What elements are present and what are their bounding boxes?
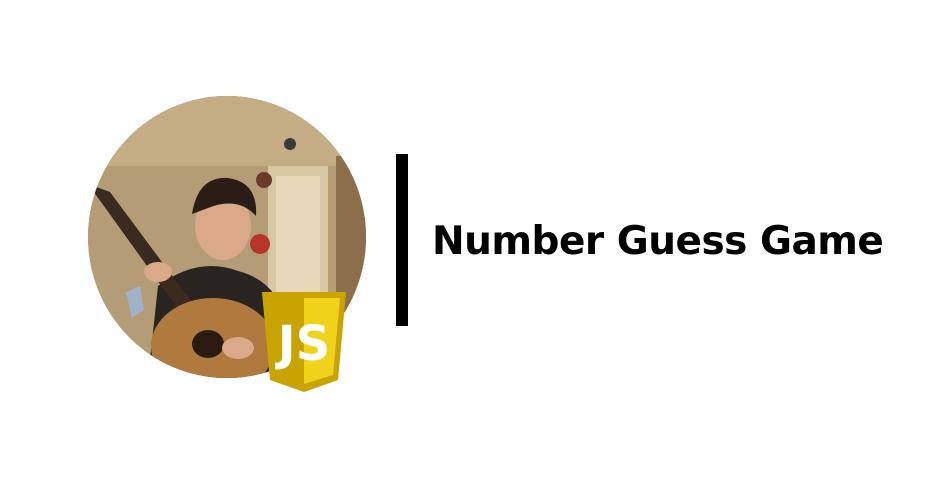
- page-title: Number Guess Game: [432, 219, 884, 264]
- js-letters: JS: [275, 316, 330, 372]
- javascript-shield-icon: JS: [262, 292, 346, 392]
- js-logo: JS: [262, 292, 346, 392]
- vertical-divider: [396, 154, 408, 326]
- page: JS Number Guess Game: [0, 0, 950, 478]
